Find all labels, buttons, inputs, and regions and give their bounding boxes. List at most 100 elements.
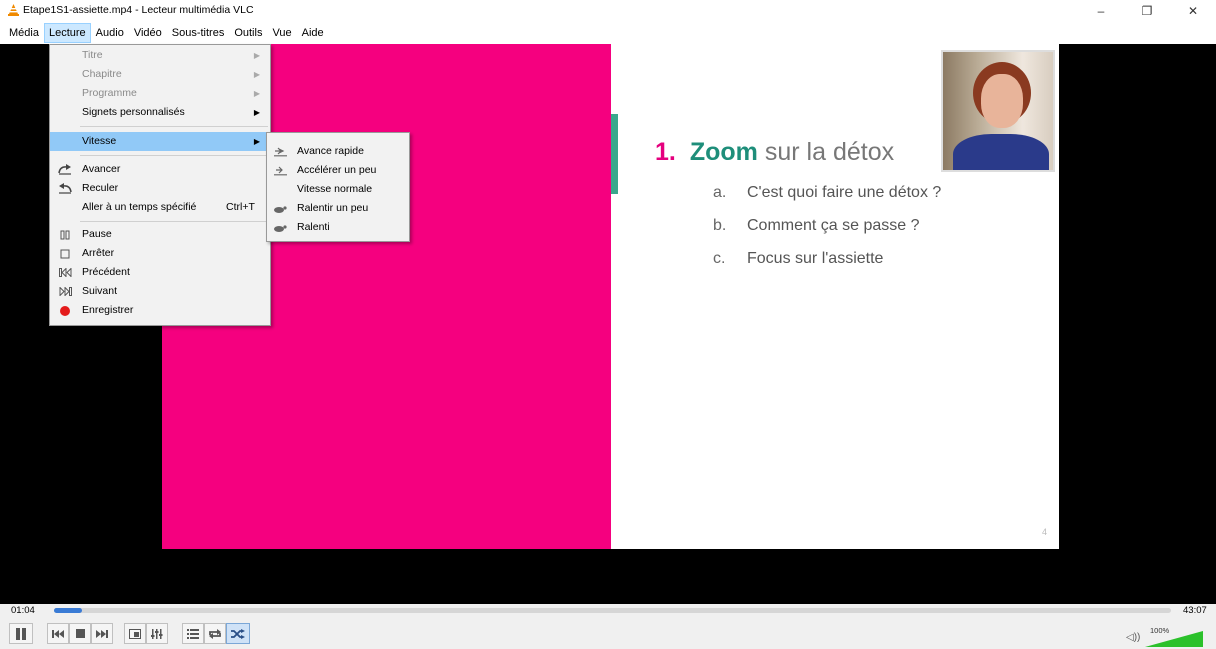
menu-item-enregistrer[interactable]: Enregistrer xyxy=(50,301,270,320)
record-icon xyxy=(58,304,72,317)
slide-list-item: b. Comment ça se passe ? xyxy=(713,217,941,250)
slide-list-text: C'est quoi faire une détox ? xyxy=(747,184,942,201)
jump-forward-icon xyxy=(58,163,72,176)
seek-bar[interactable] xyxy=(54,608,1171,613)
menu-outils[interactable]: Outils xyxy=(229,23,267,43)
loop-button[interactable] xyxy=(204,623,226,644)
stop-button[interactable] xyxy=(69,623,91,644)
close-button[interactable]: ✕ xyxy=(1170,0,1216,22)
menu-item-suivant[interactable]: Suivant xyxy=(50,282,270,301)
fullscreen-icon xyxy=(129,628,141,639)
playlist-button[interactable] xyxy=(182,623,204,644)
submenu-item-label: Ralenti xyxy=(297,221,330,233)
title-bar: Etape1S1-assiette.mp4 - Lecteur multiméd… xyxy=(0,0,1216,22)
menu-item-label: Programme xyxy=(82,87,137,99)
menu-item-label: Aller à un temps spécifié xyxy=(82,201,197,213)
menu-item-precedent[interactable]: Précédent xyxy=(50,263,270,282)
fast-forward-icon xyxy=(272,145,288,158)
slide-list-letter: c. xyxy=(713,250,726,267)
menu-item-aller-temps[interactable]: Aller à un temps spécifié Ctrl+T xyxy=(50,198,270,217)
fullscreen-button[interactable] xyxy=(124,623,146,644)
menu-item-label: Suivant xyxy=(82,285,118,297)
menu-item-label: Signets personnalisés xyxy=(82,106,185,118)
play-pause-button[interactable] xyxy=(9,623,33,644)
menu-bar: Média Lecture Audio Vidéo Sous-titres Ou… xyxy=(0,22,1216,44)
maximize-icon: ❐ xyxy=(1141,4,1153,18)
previous-icon xyxy=(58,266,72,279)
menu-item-programme[interactable]: Programme ▶ xyxy=(50,84,270,103)
slide-list: a. C'est quoi faire une détox ? b. Comment… xyxy=(713,184,941,283)
menu-item-chapitre[interactable]: Chapitre ▶ xyxy=(50,65,270,84)
speaker-icon[interactable]: ◁)) xyxy=(1126,632,1140,643)
shuffle-button[interactable] xyxy=(226,623,250,644)
submenu-item-avance-rapide[interactable]: Avance rapide xyxy=(267,142,409,161)
window-title: Etape1S1-assiette.mp4 - Lecteur multiméd… xyxy=(23,4,254,16)
submenu-item-label: Ralentir un peu xyxy=(297,202,369,214)
submenu-arrow-icon: ▶ xyxy=(253,70,260,79)
next-icon xyxy=(58,285,72,298)
next-button[interactable] xyxy=(91,623,113,644)
jump-backward-icon xyxy=(58,182,72,195)
menu-item-label: Avancer xyxy=(82,163,121,175)
loop-icon xyxy=(209,628,221,639)
slide-heading-rest: sur la détox xyxy=(764,138,895,166)
minimize-button[interactable]: – xyxy=(1078,0,1124,22)
menu-item-signets[interactable]: Signets personnalisés ▶ xyxy=(50,103,270,122)
slide-page-number: 4 xyxy=(1041,527,1047,537)
menu-separator xyxy=(80,221,268,222)
presenter-webcam xyxy=(941,50,1055,172)
turtle-icon xyxy=(272,202,288,215)
slide-accent-bar xyxy=(611,114,618,194)
submenu-arrow-icon: ▶ xyxy=(253,108,260,117)
menu-video[interactable]: Vidéo xyxy=(129,23,167,43)
shuffle-icon xyxy=(231,628,245,639)
menu-separator xyxy=(80,155,268,156)
slide-list-letter: b. xyxy=(713,217,727,234)
submenu-item-vitesse-normale[interactable]: Vitesse normale xyxy=(267,180,409,199)
slide-list-item: a. C'est quoi faire une détox ? xyxy=(713,184,941,217)
menu-item-label: Titre xyxy=(82,49,103,61)
lecture-menu: Titre ▶ Chapitre ▶ Programme ▶ Signets pers… xyxy=(49,44,271,326)
volume-slider[interactable] xyxy=(1145,631,1203,647)
menu-item-titre[interactable]: Titre ▶ xyxy=(50,46,270,65)
menu-lecture[interactable]: Lecture xyxy=(43,23,91,43)
extended-settings-button[interactable] xyxy=(146,623,168,644)
menu-item-avancer[interactable]: Avancer xyxy=(50,160,270,179)
submenu-item-label: Accélérer un peu xyxy=(297,164,377,176)
close-icon: ✕ xyxy=(1187,4,1199,18)
menu-item-label: Précédent xyxy=(82,266,130,278)
menu-item-shortcut: Ctrl+T xyxy=(226,201,255,213)
submenu-arrow-icon: ▶ xyxy=(253,51,260,60)
menu-separator xyxy=(80,126,268,127)
menu-aide[interactable]: Aide xyxy=(297,23,329,43)
next-icon xyxy=(96,629,108,638)
vitesse-submenu: Avance rapide Accélérer un peu Vitesse n… xyxy=(266,132,410,242)
equalizer-icon xyxy=(151,628,163,639)
menu-item-pause[interactable]: Pause xyxy=(50,225,270,244)
submenu-arrow-icon: ▶ xyxy=(253,89,260,98)
stop-icon xyxy=(75,629,85,638)
submenu-item-accelerer[interactable]: Accélérer un peu xyxy=(267,161,409,180)
previous-button[interactable] xyxy=(47,623,69,644)
seek-bar-progress xyxy=(54,608,82,613)
menu-item-label: Chapitre xyxy=(82,68,122,80)
menu-vue[interactable]: Vue xyxy=(267,23,296,43)
menu-media[interactable]: Média xyxy=(4,23,44,43)
submenu-item-ralenti[interactable]: Ralenti xyxy=(267,218,409,237)
submenu-item-label: Avance rapide xyxy=(297,145,364,157)
submenu-item-ralentir[interactable]: Ralentir un peu xyxy=(267,199,409,218)
menu-item-label: Vitesse xyxy=(82,135,117,147)
slide-heading-number: 1. xyxy=(655,138,676,166)
maximize-button[interactable]: ❐ xyxy=(1124,0,1170,22)
slide-heading-zoom: Zoom xyxy=(689,138,758,166)
menu-audio[interactable]: Audio xyxy=(91,23,129,43)
submenu-arrow-icon: ▶ xyxy=(253,137,260,146)
previous-icon xyxy=(52,629,64,638)
menu-item-arreter[interactable]: Arrêter xyxy=(50,244,270,263)
pause-icon xyxy=(16,627,26,640)
stop-icon xyxy=(58,247,72,260)
menu-sous-titres[interactable]: Sous-titres xyxy=(167,23,230,43)
menu-item-vitesse[interactable]: Vitesse ▶ xyxy=(50,132,270,151)
menu-item-reculer[interactable]: Reculer xyxy=(50,179,270,198)
minimize-icon: – xyxy=(1097,4,1105,18)
